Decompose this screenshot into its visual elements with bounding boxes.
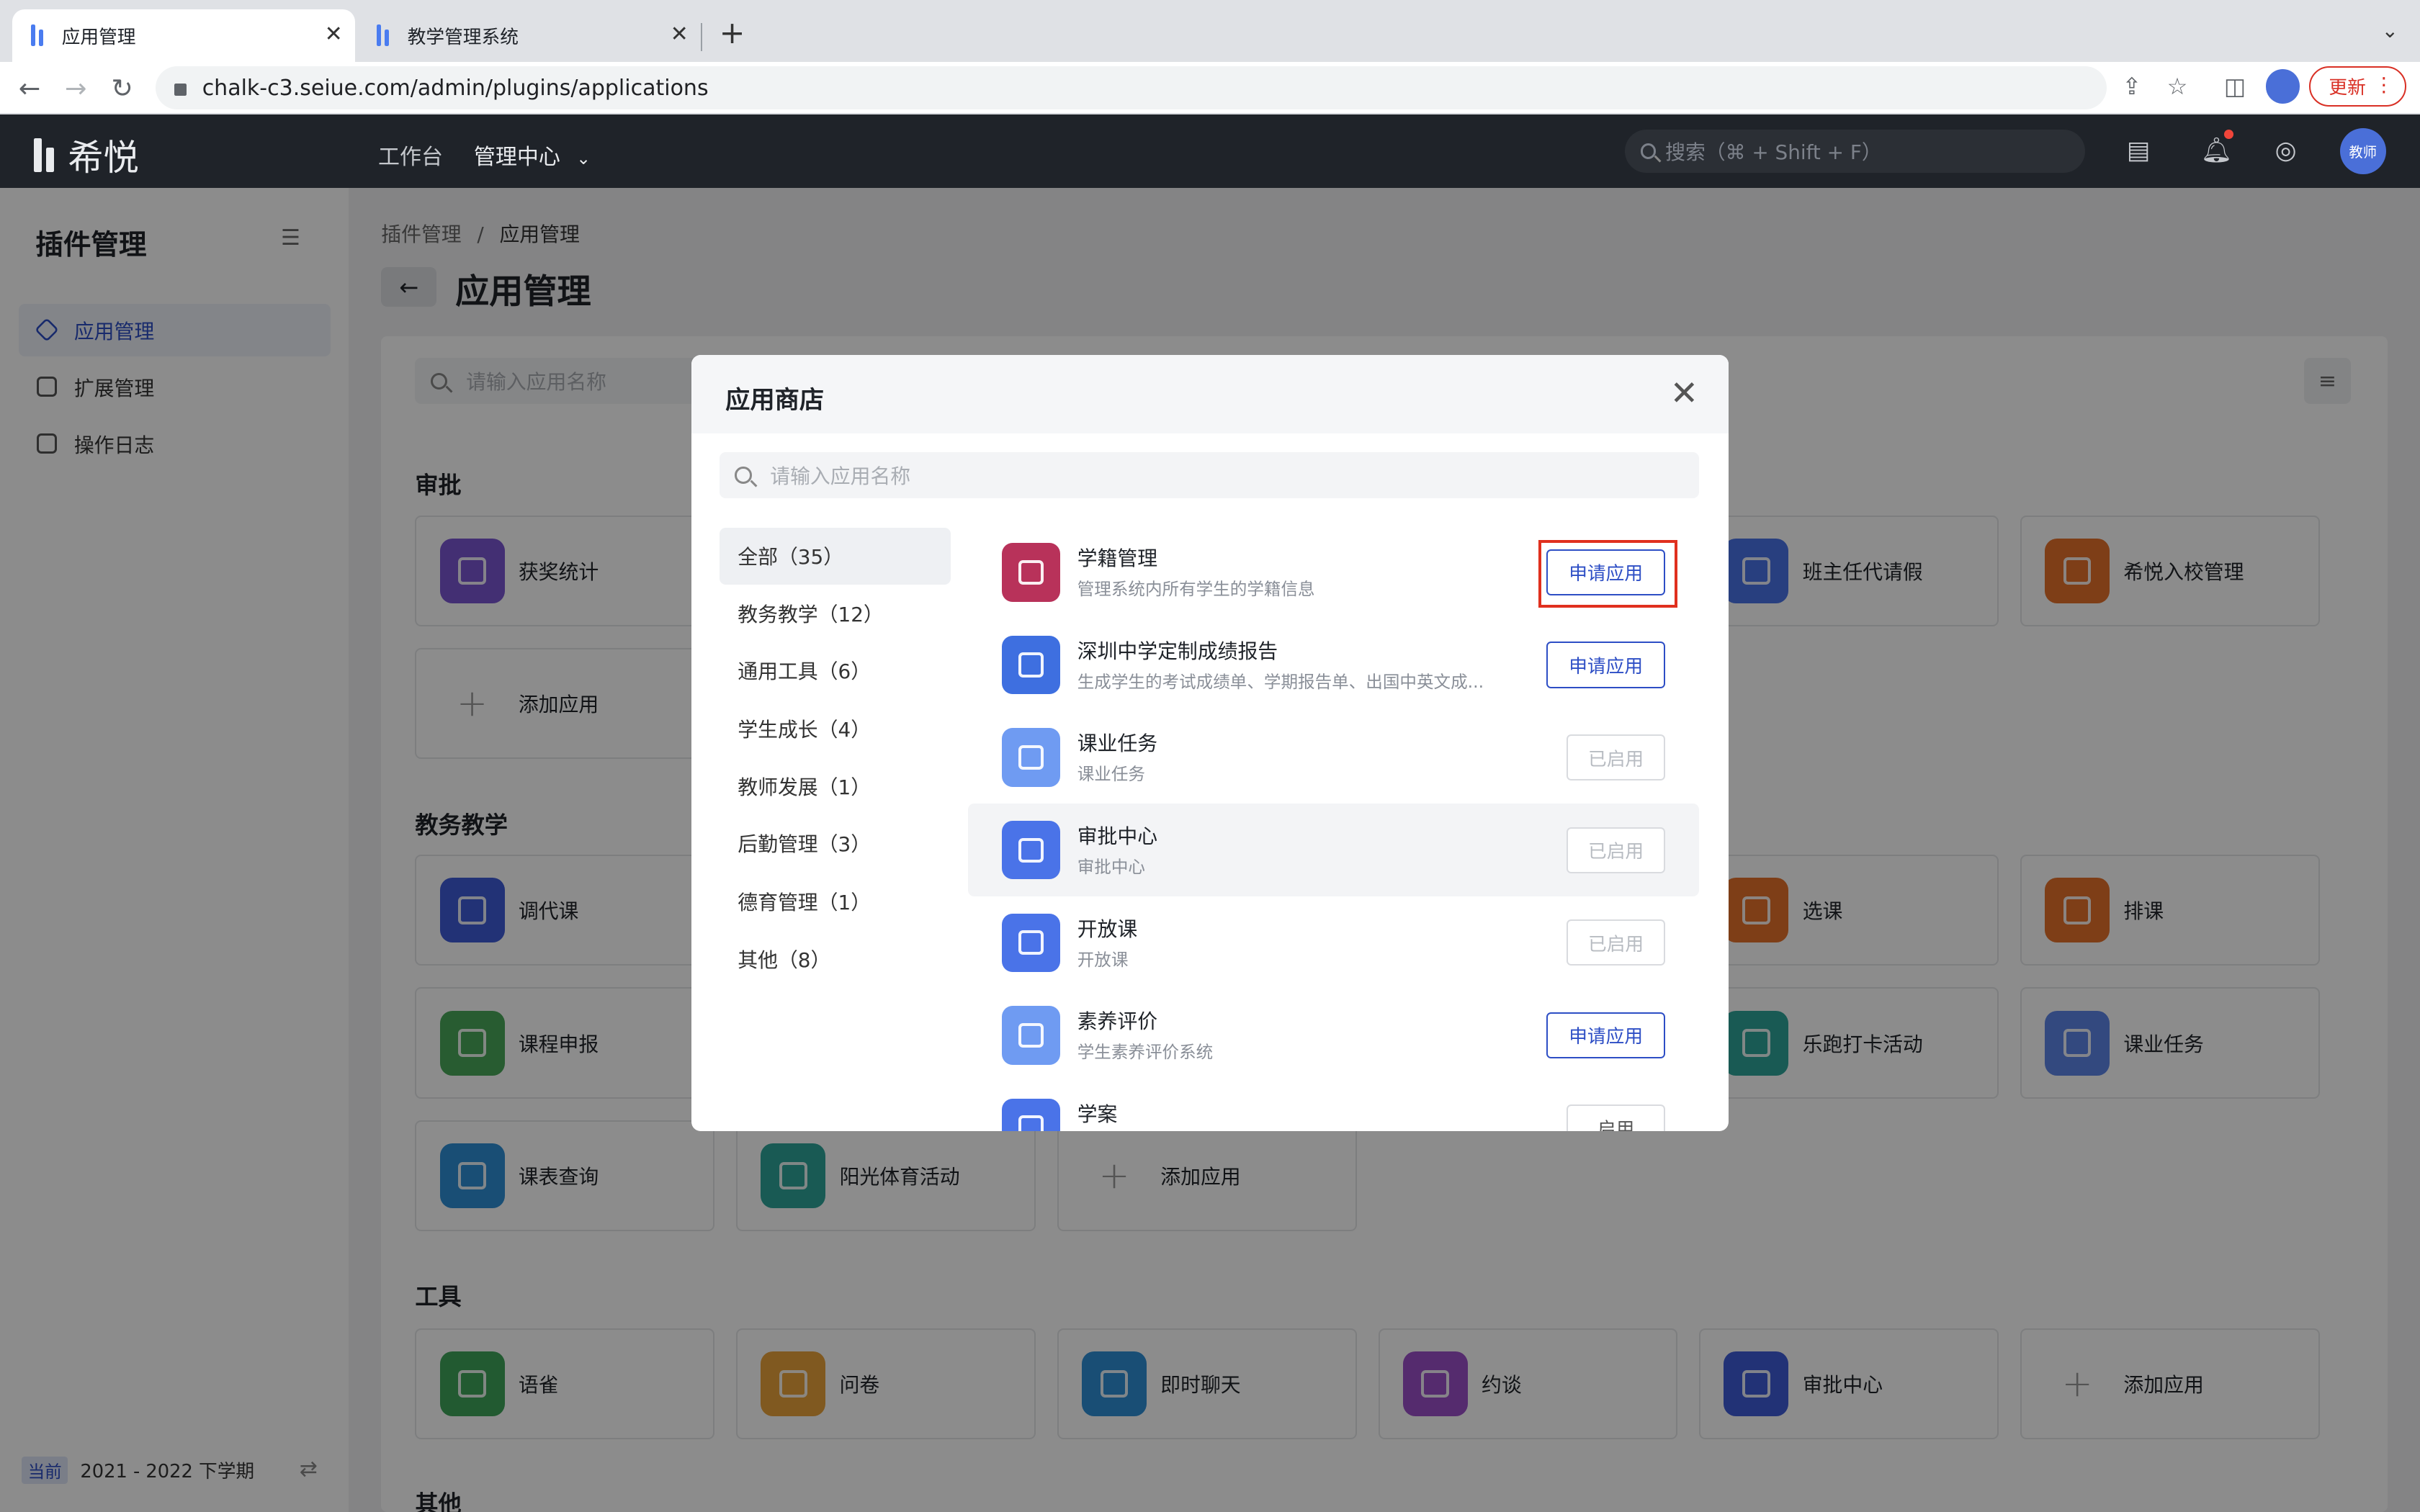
modal-search-input[interactable]: 请输入应用名称 [719,451,1700,499]
app-header: 希悦 工作台 管理中心 ⌄ 搜索（⌘ + Shift + F） ▤ 🔔︎ ◎ [0,114,2420,189]
store-app-row: 素养评价 学生素养评价系统 申请应用 [968,989,1700,1082]
new-tab-icon[interactable]: + [720,15,745,51]
store-app-name: 审批中心 [1077,824,1158,848]
store-app-row: 审批中心 审批中心 已启用 [967,804,1700,896]
tab-title: 应用管理 [61,26,136,48]
store-app-desc: 开放课 [1077,949,1129,970]
tab-separator [700,23,702,51]
reload-icon[interactable]: ↻ [111,73,133,104]
update-label: 更新 [2329,77,2366,99]
store-app-name: 素养评价 [1077,1009,1158,1034]
tab-title: 教学管理系统 [407,26,519,48]
url-field[interactable]: chalk-c3.seiue.com/admin/plugins/applica… [156,66,2107,110]
category-item[interactable]: 教师发展（1） [720,757,951,814]
category-item[interactable]: 学生成长（4） [720,701,951,757]
highlight-box [1538,539,1678,608]
modal-title: 应用商店 [725,386,825,415]
tab-favicon-icon [376,24,392,47]
store-app-desc: 审批中心 [1077,856,1145,877]
url-text: chalk-c3.seiue.com/admin/plugins/applica… [202,75,709,101]
enabled-button: 已启用 [1566,919,1666,966]
browser-tab[interactable]: 教学管理系统 ✕ [358,9,701,62]
profile-avatar-icon[interactable] [2265,69,2300,104]
app-store-modal: 应用商店 ✕ 请输入应用名称 全部（35） 教务教学（12） 通用工具（6） 学… [691,354,1729,1131]
category-item[interactable]: 其他（8） [720,930,951,987]
enable-button[interactable]: 启用 [1566,1104,1666,1131]
bell-icon[interactable]: 🔔︎ [2201,136,2233,165]
store-app-desc: 课业任务 [1077,764,1145,785]
enabled-button: 已启用 [1566,827,1666,873]
user-avatar[interactable]: 教师 [2339,127,2386,175]
store-app-row: 开放课 开放课 已启用 [968,896,1700,989]
store-app-name: 学案 [1077,1102,1118,1126]
tab-close-icon[interactable]: ✕ [325,22,343,47]
nav-admin-center-label: 管理中心 [473,144,560,170]
tab-close-icon[interactable]: ✕ [671,22,689,47]
lock-icon [174,83,187,96]
search-icon [734,467,752,484]
browser-tab-active[interactable]: 应用管理 ✕ [12,9,355,62]
back-arrow-icon[interactable]: ← [19,73,41,104]
store-app-desc: 管理系统内所有学生的学籍信息 [1077,579,1315,600]
tab-search-chevron-icon[interactable]: ⌄ [2382,19,2398,42]
store-app-name: 深圳中学定制成绩报告 [1077,639,1278,663]
tab-favicon-icon [30,24,46,47]
share-icon[interactable]: ⇪ [2122,73,2141,100]
person-clock-icon [1001,1006,1061,1065]
store-app-row: 课业任务 课业任务 已启用 [968,711,1700,804]
bookmark-star-icon[interactable]: ☆ [2167,73,2188,100]
modal-search-placeholder: 请输入应用名称 [770,464,911,488]
global-search-placeholder: 搜索（⌘ + Shift + F） [1665,140,1882,164]
enabled-button: 已启用 [1566,734,1666,781]
store-app-desc: 学生素养评价系统 [1077,1042,1214,1063]
help-icon[interactable]: ◎ [2275,136,2297,165]
screen-play-icon [1001,913,1061,972]
category-all[interactable]: 全部（35） [719,527,951,585]
message-icon[interactable]: ▤ [2127,136,2150,165]
forward-arrow-icon[interactable]: → [65,73,87,104]
report-check-icon [1001,635,1061,695]
category-item[interactable]: 教务教学（12） [720,585,951,642]
apply-app-button[interactable]: 申请应用 [1546,642,1666,688]
store-app-row: 学案 启用 [968,1081,1700,1131]
category-item[interactable]: 后勤管理（3） [720,814,951,871]
category-item[interactable]: 德育管理（1） [720,873,951,930]
store-app-name: 学籍管理 [1077,546,1158,571]
stamp-icon [1001,820,1061,880]
store-app-row: 深圳中学定制成绩报告 生成学生的考试成绩单、学期报告单、出国中英文成... 申请… [968,618,1700,711]
browser-tab-strip: 应用管理 ✕ 教学管理系统 ✕ + ⌄ [0,0,2420,62]
close-icon[interactable]: ✕ [1670,374,1699,413]
student-record-icon [1001,543,1061,602]
store-app-name: 开放课 [1077,917,1138,941]
store-app-name: 课业任务 [1077,732,1158,756]
more-menu-icon[interactable]: ⋮ [2374,73,2394,96]
person-clock-icon [1001,728,1061,787]
logo[interactable]: 希悦 [34,130,139,181]
logo-mark-icon [34,138,58,173]
lesson-plan-icon [1001,1098,1061,1131]
store-app-desc: 生成学生的考试成绩单、学期报告单、出国中英文成... [1077,671,1484,692]
apply-app-button[interactable]: 申请应用 [1546,1012,1666,1058]
address-bar: ← → ↻ chalk-c3.seiue.com/admin/plugins/a… [0,61,2420,114]
nav-admin-center[interactable]: 管理中心 ⌄ [474,139,591,171]
logo-text: 希悦 [68,136,139,179]
modal-header: 应用商店 ✕ [691,354,1729,434]
search-icon [1640,143,1657,159]
global-search-input[interactable]: 搜索（⌘ + Shift + F） [1625,129,2085,173]
side-panel-icon[interactable]: ◫ [2224,73,2246,100]
update-button[interactable]: 更新 ⋮ [2308,66,2406,107]
category-item[interactable]: 通用工具（6） [720,642,951,698]
nav-workbench[interactable]: 工作台 [378,139,443,171]
notification-dot [2223,130,2233,139]
chevron-down-icon: ⌄ [576,148,591,168]
